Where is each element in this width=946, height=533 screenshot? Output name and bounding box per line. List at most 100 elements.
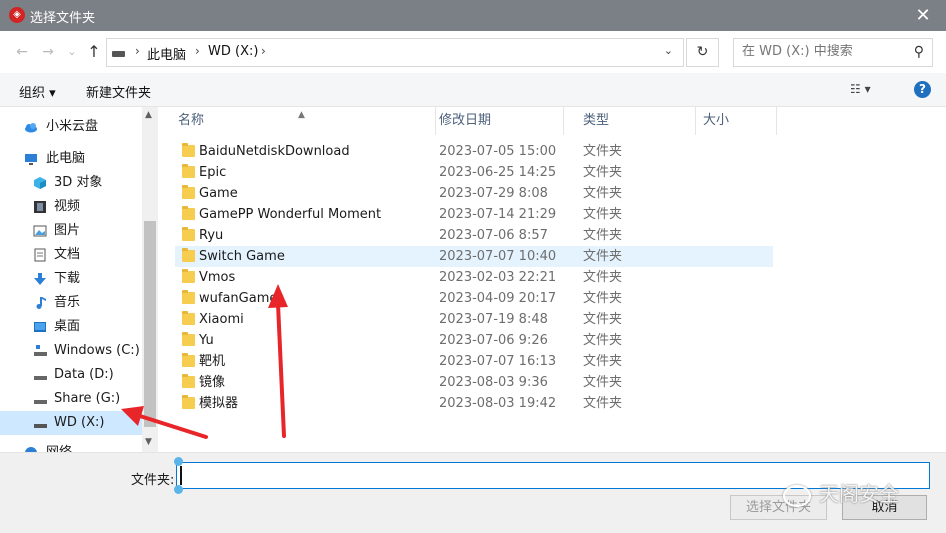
folder-icon xyxy=(182,353,195,367)
search-icon[interactable]: ⚲ xyxy=(914,44,924,60)
scroll-up-icon[interactable]: ▲ xyxy=(145,110,152,120)
back-arrow-icon[interactable]: ← xyxy=(12,42,32,62)
drive-icon xyxy=(112,51,125,57)
sidebar-item-pictures[interactable]: 图片 xyxy=(0,219,142,243)
file-row[interactable]: 靶机 2023-07-07 16:13 文件夹 xyxy=(175,351,773,372)
breadcrumb-separator-icon[interactable]: › xyxy=(195,44,200,58)
sidebar-item-label: 此电脑 xyxy=(46,151,86,166)
file-row[interactable]: Game 2023-07-29 8:08 文件夹 xyxy=(175,183,773,204)
sidebar-item-label: 3D 对象 xyxy=(54,175,103,190)
close-button[interactable]: ✕ xyxy=(900,0,946,31)
file-row[interactable]: Switch Game 2023-07-07 10:40 文件夹 xyxy=(175,246,773,267)
file-row[interactable]: Xiaomi 2023-07-19 8:48 文件夹 xyxy=(175,309,773,330)
help-icon[interactable]: ? xyxy=(914,81,931,98)
search-box[interactable]: ⚲ xyxy=(733,38,933,67)
file-name: 模拟器 xyxy=(199,396,239,411)
chevron-down-icon[interactable]: ⌄ xyxy=(664,44,673,57)
file-modified: 2023-07-07 10:40 xyxy=(439,249,557,264)
file-modified: 2023-07-06 8:57 xyxy=(439,228,548,243)
breadcrumb-separator-icon[interactable]: › xyxy=(135,44,140,58)
sidebar-item-label: 图片 xyxy=(54,223,81,238)
sidebar-item-music[interactable]: 音乐 xyxy=(0,291,142,315)
sidebar-scrollbar[interactable]: ▲ ▼ xyxy=(142,107,158,452)
sidebar-item-share-g[interactable]: Share (G:) xyxy=(0,387,142,411)
sidebar-item-videos[interactable]: 视频 xyxy=(0,195,142,219)
file-row[interactable]: BaiduNetdiskDownload 2023-07-05 15:00 文件夹 xyxy=(175,141,773,162)
sidebar-item-wd-x[interactable]: WD (X:) xyxy=(0,411,142,435)
organize-menu-button[interactable]: 组织 ▾ xyxy=(19,82,56,101)
sidebar-item-data-d[interactable]: Data (D:) xyxy=(0,363,142,387)
file-name: 镜像 xyxy=(199,375,226,390)
file-modified: 2023-08-03 9:36 xyxy=(439,375,548,390)
cube-icon xyxy=(34,177,46,189)
scroll-down-icon[interactable]: ▼ xyxy=(145,437,152,447)
sidebar-item-documents[interactable]: 文档 xyxy=(0,243,142,267)
title-bar: ◈ 选择文件夹 ✕ xyxy=(0,0,946,31)
command-toolbar: 组织 ▾ 新建文件夹 ☷ ▾ ? xyxy=(0,73,946,107)
column-header-name[interactable]: ▲ 名称 xyxy=(160,107,436,135)
file-name: Epic xyxy=(199,165,227,180)
download-icon xyxy=(34,273,46,285)
breadcrumb[interactable]: › 此电脑 › WD (X:) › ⌄ xyxy=(106,38,684,67)
file-type: 文件夹 xyxy=(583,333,623,348)
file-type: 文件夹 xyxy=(583,165,623,180)
file-name: Xiaomi xyxy=(199,312,244,327)
sidebar-item-network[interactable]: 网络 xyxy=(0,441,142,452)
file-modified: 2023-07-07 16:13 xyxy=(439,354,557,369)
column-label: 大小 xyxy=(703,113,730,128)
selection-handle-bottom[interactable] xyxy=(174,485,183,494)
new-folder-button[interactable]: 新建文件夹 xyxy=(86,82,151,101)
file-name: wufanGame xyxy=(199,291,278,306)
file-type: 文件夹 xyxy=(583,291,623,306)
sidebar-item-label: Windows (C:) xyxy=(54,343,140,358)
computer-icon xyxy=(25,154,37,165)
view-options-icon[interactable]: ☷ ▾ xyxy=(850,82,871,96)
file-row[interactable]: GamePP Wonderful Moment 2023-07-14 21:29 文… xyxy=(175,204,773,225)
column-header-modified[interactable]: 修改日期 xyxy=(421,107,564,135)
music-icon xyxy=(36,297,46,309)
file-modified: 2023-07-06 9:26 xyxy=(439,333,548,348)
file-name: 靶机 xyxy=(199,354,226,369)
column-label: 修改日期 xyxy=(439,113,492,128)
column-label: 名称 xyxy=(178,113,205,128)
file-modified: 2023-07-29 8:08 xyxy=(439,186,548,201)
file-row[interactable]: 镜像 2023-08-03 9:36 文件夹 xyxy=(175,372,773,393)
file-row[interactable]: Vmos 2023-02-03 22:21 文件夹 xyxy=(175,267,773,288)
column-header-size[interactable]: 大小 xyxy=(685,107,777,135)
up-arrow-icon[interactable]: ↑ xyxy=(84,42,104,62)
file-type: 文件夹 xyxy=(583,186,623,201)
file-row[interactable]: 模拟器 2023-08-03 19:42 文件夹 xyxy=(175,393,773,414)
breadcrumb-this-pc[interactable]: 此电脑 xyxy=(147,44,186,63)
sidebar-item-label: Share (G:) xyxy=(54,391,121,406)
refresh-button[interactable]: ↻ xyxy=(686,38,719,67)
sidebar-item-windows-c[interactable]: Windows (C:) xyxy=(0,339,142,363)
file-modified: 2023-07-14 21:29 xyxy=(439,207,557,222)
file-row[interactable]: Epic 2023-06-25 14:25 文件夹 xyxy=(175,162,773,183)
film-icon xyxy=(34,201,46,213)
sidebar-item-desktop[interactable]: 桌面 xyxy=(0,315,142,339)
breadcrumb-wd-drive[interactable]: WD (X:) xyxy=(208,44,258,59)
search-input[interactable] xyxy=(742,44,902,59)
selection-handle-top[interactable] xyxy=(174,457,183,466)
breadcrumb-separator-icon[interactable]: › xyxy=(261,44,266,58)
forward-arrow-icon[interactable]: → xyxy=(38,42,58,62)
sidebar-item-downloads[interactable]: 下载 xyxy=(0,267,142,291)
file-row[interactable]: wufanGame 2023-04-09 20:17 文件夹 xyxy=(175,288,773,309)
recent-locations-icon[interactable]: ⌄ xyxy=(62,42,82,62)
sidebar-item-this-pc[interactable]: 此电脑 xyxy=(0,147,142,171)
drive-icon xyxy=(34,424,47,428)
scrollbar-thumb[interactable] xyxy=(144,221,156,427)
folder-icon xyxy=(182,248,195,262)
sidebar-item-3d-objects[interactable]: 3D 对象 xyxy=(0,171,142,195)
window-title: 选择文件夹 xyxy=(30,11,96,26)
sidebar-item-label: 下载 xyxy=(54,271,81,286)
file-type: 文件夹 xyxy=(583,354,623,369)
file-row[interactable]: Ryu 2023-07-06 8:57 文件夹 xyxy=(175,225,773,246)
file-modified: 2023-07-19 8:48 xyxy=(439,312,548,327)
file-row[interactable]: Yu 2023-07-06 9:26 文件夹 xyxy=(175,330,773,351)
dialog-footer: 文件夹: 选择文件夹 取消 天阁安全 xyxy=(0,452,946,533)
sidebar-item-xiaomi-cloud[interactable]: 小米云盘 xyxy=(0,115,142,139)
address-bar-row: ← → ⌄ ↑ › 此电脑 › WD (X:) › ⌄ ↻ ⚲ xyxy=(0,31,946,73)
column-header-type[interactable]: 类型 xyxy=(565,107,696,135)
sidebar-item-label: 桌面 xyxy=(54,319,81,334)
